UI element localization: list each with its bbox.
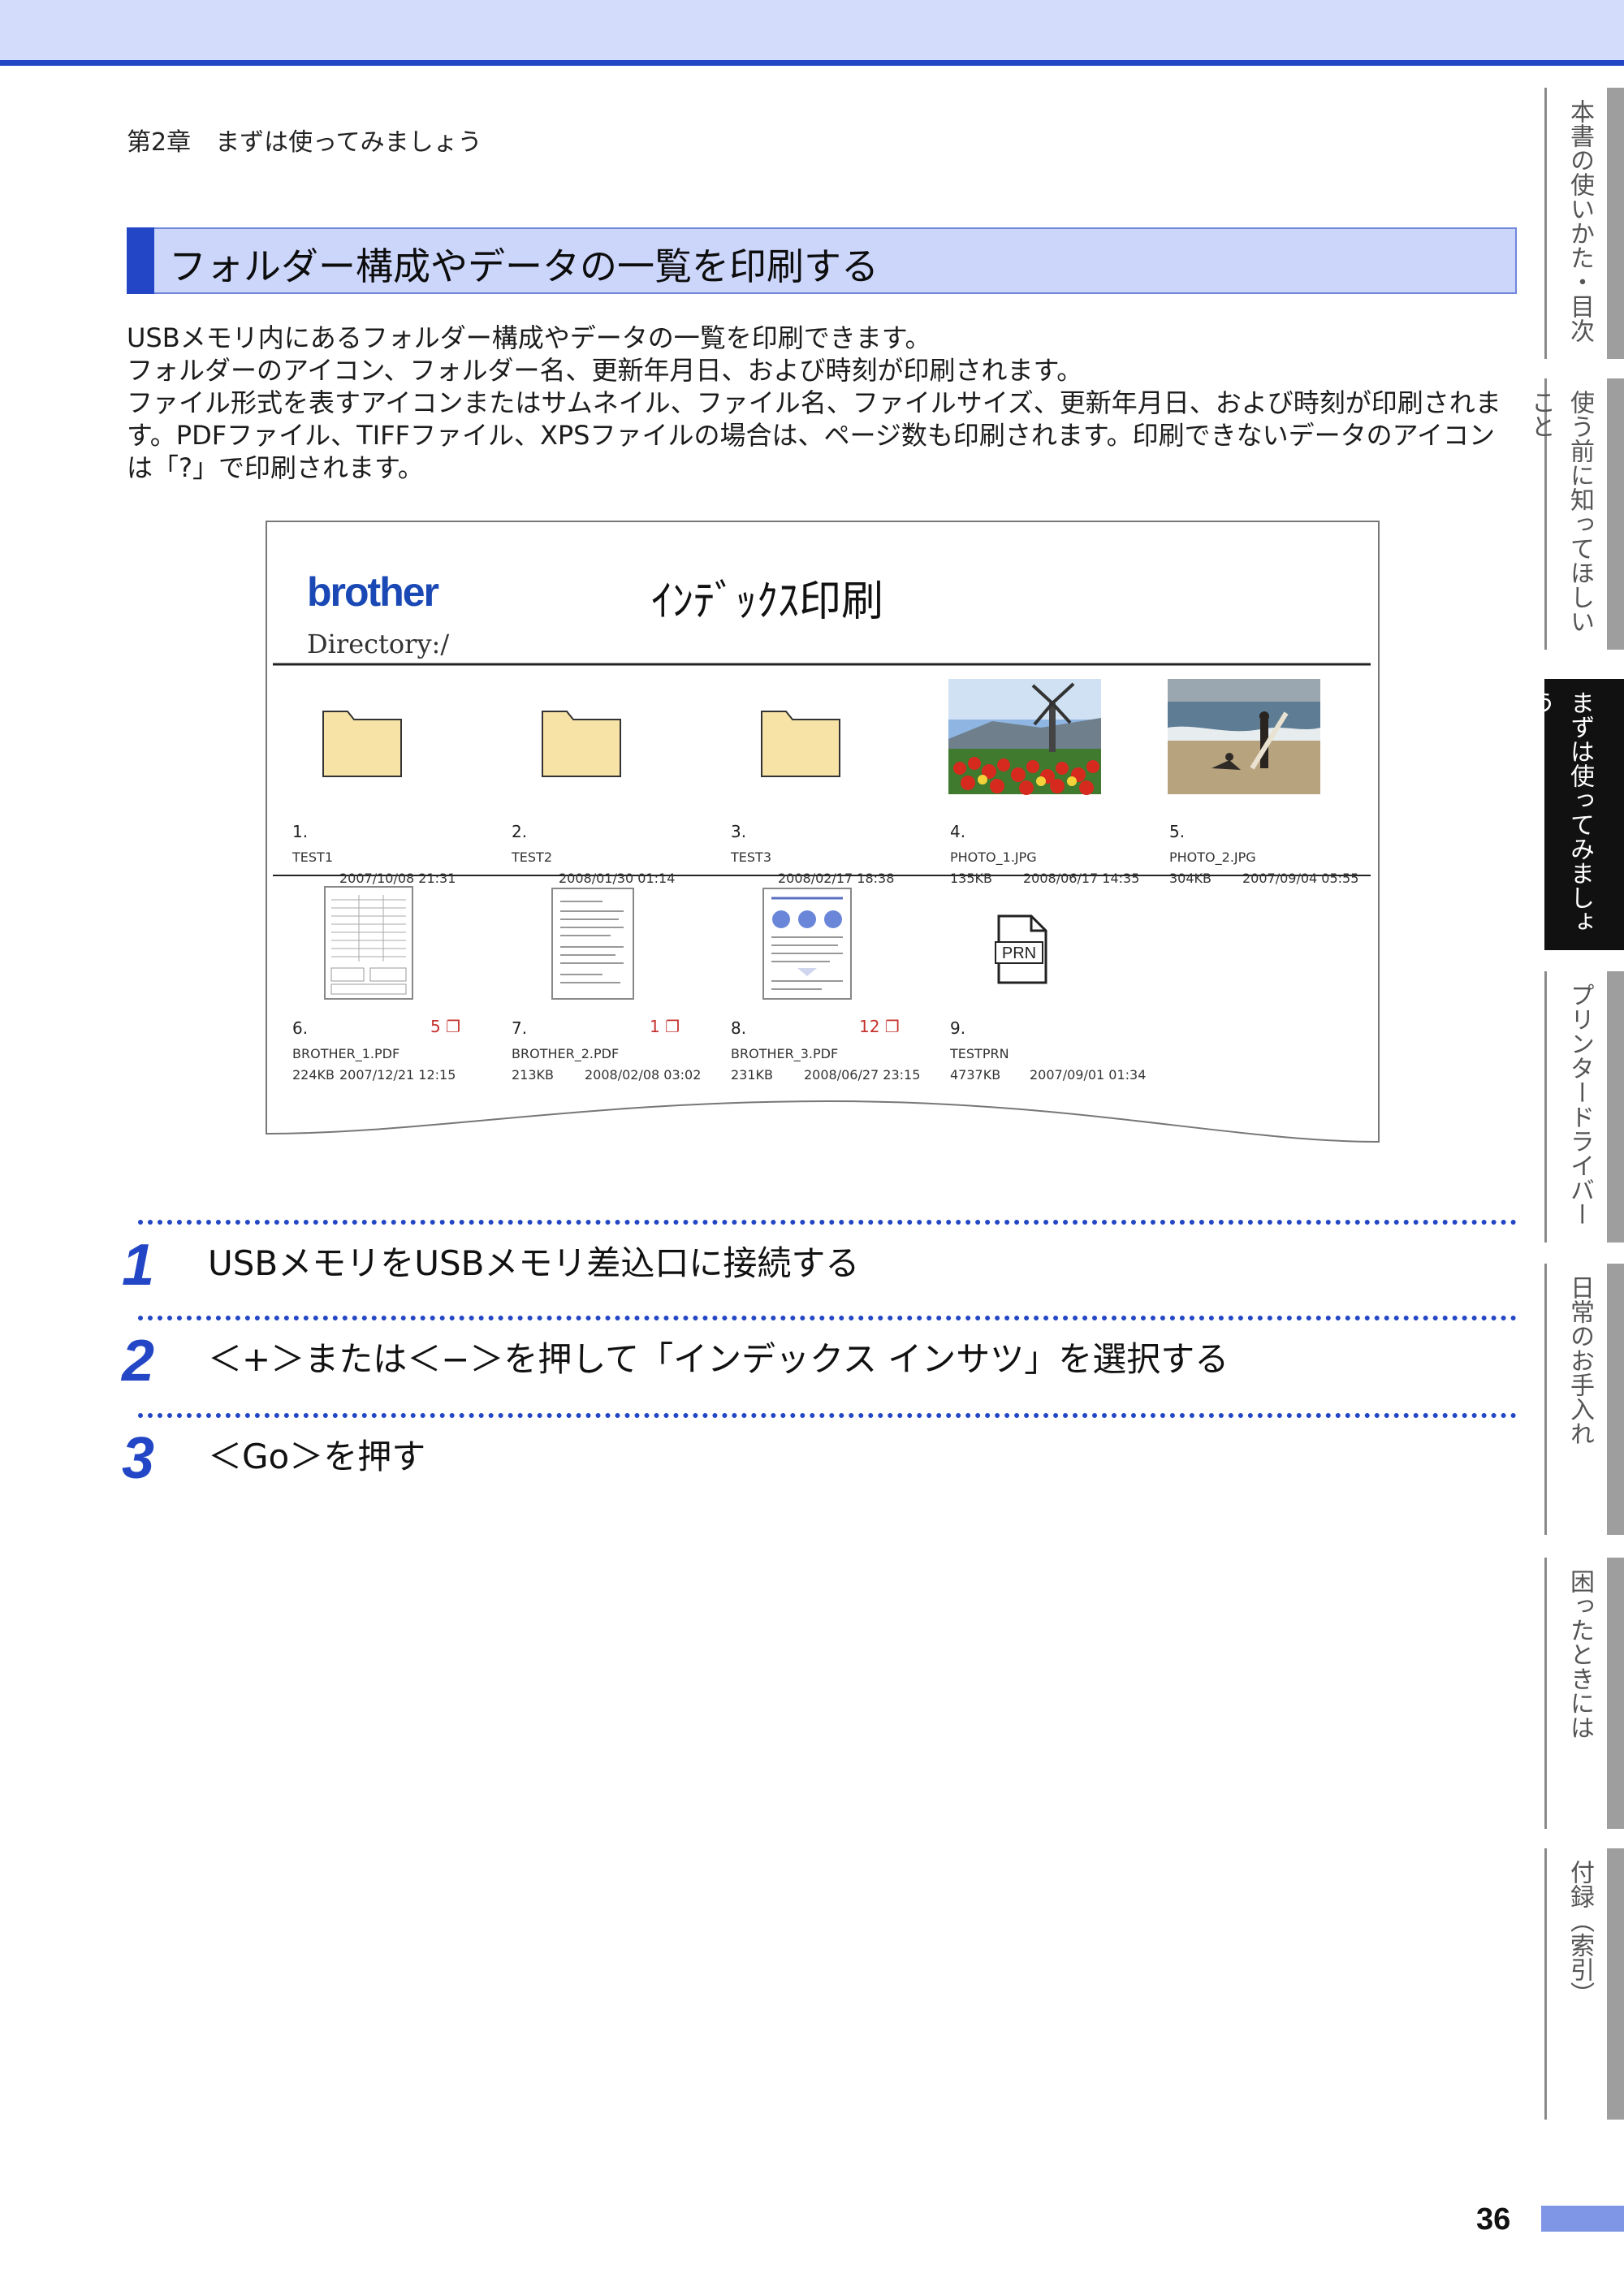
- item-number: 1.: [292, 822, 309, 841]
- tab-shade: [1607, 88, 1624, 359]
- side-tab-label: 困ったときには: [1566, 1569, 1594, 1740]
- item-number: 4.: [950, 822, 966, 841]
- pdf-form-thumbnail: [324, 886, 413, 1000]
- tab-shade: [1607, 1848, 1624, 2120]
- folder-icon: [322, 711, 402, 777]
- tab-shade: [1607, 378, 1624, 650]
- item-number: 9.: [950, 1018, 966, 1038]
- item-filename: TEST2: [512, 849, 552, 865]
- step-text: USBメモリをUSBメモリ差込口に接続する: [208, 1243, 860, 1283]
- step-number: 1: [122, 1233, 155, 1298]
- side-tab-contents[interactable]: 本書の使いかた・目次: [1544, 88, 1624, 359]
- index-print-title: ｲﾝﾃﾞｯｸｽ印刷: [651, 577, 884, 626]
- item-size: 213KB: [512, 1067, 555, 1083]
- prn-file-icon: PRN: [995, 914, 1047, 984]
- step-divider: [138, 1413, 1517, 1418]
- page-number-bar: [1541, 2206, 1624, 2232]
- item-size: 224KB: [292, 1067, 335, 1083]
- page-count-value: 5: [430, 1017, 441, 1036]
- item-number: 7.: [512, 1018, 528, 1038]
- item-filename: BROTHER_1.PDF: [292, 1046, 400, 1061]
- page-icon: ❐: [440, 1017, 461, 1036]
- side-tab-printer-driver[interactable]: プリンタードライバー: [1544, 971, 1624, 1243]
- item-datetime: 2007/09/01 01:34: [1030, 1067, 1147, 1083]
- prn-icon-label: PRN: [1002, 944, 1036, 962]
- chapter-header: 第2章 まずは使ってみましょう: [127, 128, 482, 157]
- page-count: 5 ❐: [430, 1017, 460, 1036]
- step-number: 3: [122, 1426, 155, 1491]
- item-number: 6.: [292, 1018, 309, 1038]
- index-print-sample: brother ｲﾝﾃﾞｯｸｽ印刷 Directory:/ 1. TEST1 2…: [261, 516, 1382, 1166]
- folder-icon: [761, 711, 840, 777]
- side-tab-troubleshooting[interactable]: 困ったときには: [1544, 1558, 1624, 1829]
- intro-text: USBメモリ内にあるフォルダー構成やデータの一覧を印刷できます。 フォルダーのア…: [127, 322, 1517, 484]
- directory-label: Directory:/: [307, 629, 450, 659]
- item-size: 4737KB: [950, 1067, 1001, 1083]
- tulip-photo-thumbnail: [948, 679, 1101, 795]
- page-number: 36: [1476, 2202, 1511, 2237]
- item-number: 2.: [512, 822, 528, 841]
- page-icon: ❐: [659, 1017, 680, 1036]
- item-datetime: 2008/02/08 03:02: [585, 1067, 702, 1083]
- side-tab-label: まずは使ってみましょう: [1527, 690, 1594, 934]
- tab-shade: [1607, 971, 1624, 1243]
- heading-marker: [127, 227, 154, 294]
- item-filename: BROTHER_3.PDF: [731, 1046, 839, 1061]
- item-size: 304KB: [1169, 871, 1212, 886]
- item-datetime: 2007/12/21 12:15: [339, 1067, 456, 1083]
- page-icon: ❐: [879, 1017, 900, 1036]
- intro-line: ファイル形式を表すアイコンまたはサムネイル、ファイル名、ファイルサイズ、更新年月…: [127, 387, 1501, 483]
- page-count: 12 ❐: [859, 1017, 900, 1036]
- page-count-value: 12: [859, 1017, 880, 1036]
- brother-logo: brother: [307, 569, 439, 615]
- section-heading: フォルダー構成やデータの一覧を印刷する: [127, 227, 1517, 294]
- step-divider: [138, 1220, 1517, 1225]
- intro-line: フォルダーのアイコン、フォルダー名、更新年月日、および時刻が印刷されます。: [127, 355, 1083, 386]
- side-tab-appendix[interactable]: 付録（索引）: [1544, 1848, 1624, 2120]
- folder-icon: [542, 711, 621, 777]
- side-tab-label: プリンタードライバー: [1566, 983, 1594, 1226]
- page-count: 1 ❐: [650, 1017, 680, 1036]
- step-text: ＜Go＞を押す: [208, 1437, 426, 1476]
- item-datetime: 2007/09/04 05:55: [1242, 871, 1359, 886]
- top-rule: [0, 60, 1624, 66]
- tab-shade: [1607, 1264, 1624, 1535]
- item-filename: BROTHER_2.PDF: [512, 1046, 620, 1061]
- item-datetime: 2008/06/27 23:15: [804, 1067, 921, 1083]
- tab-shade: [1607, 1558, 1624, 1829]
- section-title: フォルダー構成やデータの一覧を印刷する: [169, 244, 879, 288]
- item-filename: PHOTO_2.JPG: [1169, 849, 1256, 865]
- top-band: [0, 0, 1624, 63]
- intro-line: USBメモリ内にあるフォルダー構成やデータの一覧を印刷できます。: [127, 322, 931, 353]
- side-tab-before-use[interactable]: 使う前に知ってほしいこと: [1527, 378, 1624, 650]
- item-number: 3.: [731, 822, 747, 841]
- step-number: 2: [122, 1329, 155, 1394]
- beach-photo-thumbnail: [1168, 679, 1320, 794]
- page-count-value: 1: [650, 1017, 660, 1036]
- item-filename: TEST1: [292, 849, 333, 865]
- side-tab-getting-started[interactable]: まずは使ってみましょう: [1527, 679, 1624, 950]
- side-tab-label: 本書の使いかた・目次: [1566, 99, 1594, 343]
- item-filename: TESTPRN: [950, 1046, 1009, 1061]
- side-tab-label: 付録（索引）: [1566, 1860, 1594, 2006]
- item-size: 231KB: [731, 1067, 774, 1083]
- item-number: 8.: [731, 1018, 747, 1038]
- item-number: 5.: [1169, 822, 1186, 841]
- pdf-text-thumbnail: [551, 888, 634, 1000]
- side-tab-label: 日常のお手入れ: [1566, 1275, 1594, 1446]
- step-text: ＜+＞または＜−＞を押して「インデックス インサツ」を選択する: [208, 1339, 1229, 1379]
- item-filename: PHOTO_1.JPG: [950, 849, 1037, 865]
- side-tab-maintenance[interactable]: 日常のお手入れ: [1544, 1264, 1624, 1535]
- item-filename: TEST3: [731, 849, 771, 865]
- side-tab-label: 使う前に知ってほしいこと: [1527, 390, 1594, 633]
- pdf-flyer-thumbnail: [762, 888, 852, 1000]
- step-divider: [138, 1316, 1517, 1320]
